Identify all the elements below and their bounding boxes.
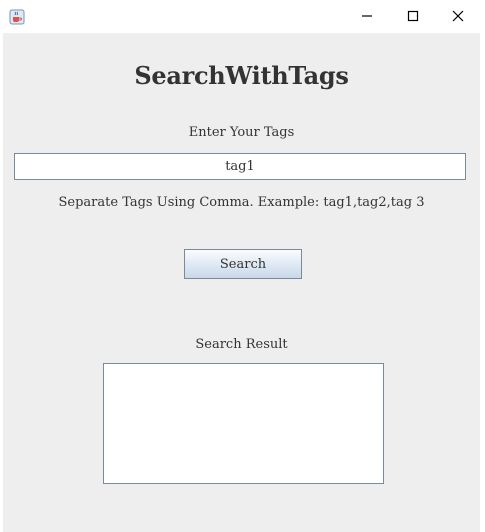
application-window: SearchWithTags Enter Your Tags Separate … [0,0,485,532]
title-bar[interactable] [0,0,485,33]
tags-label: Enter Your Tags [188,125,295,140]
app-title: SearchWithTags [134,61,349,90]
tags-input[interactable] [14,153,466,180]
minimize-icon [361,7,373,26]
java-coffee-cup-icon [9,9,25,25]
search-result-area[interactable] [103,363,384,484]
maximize-button[interactable] [390,0,436,33]
search-button[interactable]: Search [184,249,302,279]
maximize-icon [407,7,419,26]
search-result-label: Search Result [195,337,288,352]
close-icon [452,7,464,26]
minimize-button[interactable] [344,0,390,33]
close-button[interactable] [435,0,481,33]
tags-hint: Separate Tags Using Comma. Example: tag1… [58,195,425,210]
main-panel: SearchWithTags Enter Your Tags Separate … [3,33,480,532]
